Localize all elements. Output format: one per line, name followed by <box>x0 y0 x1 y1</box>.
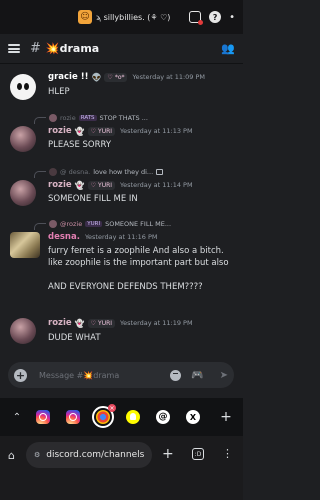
username[interactable]: rozie <box>48 180 72 190</box>
reply-username: @ desna. <box>60 168 91 176</box>
reply-username: rozie <box>60 114 76 122</box>
ghost-icon: 👻 <box>74 180 85 190</box>
alien-icon: 👽 <box>91 72 102 82</box>
reply-text: SOMEONE FILL ME... <box>105 220 172 228</box>
message-composer: + 🎮 ➤ <box>8 362 234 388</box>
threads-icon[interactable]: @ <box>156 410 170 424</box>
reply-role-tag: RATS <box>78 115 97 121</box>
avatar[interactable] <box>10 232 40 258</box>
send-icon[interactable]: ➤ <box>220 370 228 381</box>
reply-text: love how they di... <box>93 168 154 176</box>
channel-header: # 💥drama 👥 <box>0 34 243 64</box>
role-tag: ♡ *o* <box>104 72 128 82</box>
new-tab-icon[interactable]: + <box>162 446 174 462</box>
close-icon[interactable]: × <box>108 404 116 412</box>
url-bar[interactable]: ⚙ discord.com/channels <box>26 442 152 468</box>
ghost-icon: 👻 <box>74 126 85 136</box>
reply-username: @rozie <box>60 220 83 228</box>
role-tag: ♡ YURI <box>87 126 116 136</box>
more-options-icon[interactable]: ⋮ <box>222 447 233 460</box>
app-switcher-bar: ⌃ × @ X + <box>0 398 243 436</box>
app-icon: ☺ <box>78 10 92 24</box>
timestamp: Yesterday at 11:14 PM <box>120 181 193 189</box>
timestamp: Yesterday at 11:16 PM <box>84 233 158 241</box>
message-input[interactable] <box>39 370 167 380</box>
reply-preview[interactable]: rozie RATS STOP THATS ... <box>34 112 148 124</box>
message-text: DUDE WHAT <box>48 333 101 343</box>
chrome-icon[interactable]: × <box>92 404 116 428</box>
username[interactable]: rozie <box>48 126 72 136</box>
message-text: AND EVERYONE DEFENDS THEM???? <box>48 282 203 292</box>
username[interactable]: gracie !! <box>48 72 88 82</box>
role-tag: ♡ YURI <box>87 180 116 190</box>
chevron-up-icon[interactable]: ⌃ <box>6 412 28 423</box>
browser-bar: ⌂ ⚙ discord.com/channels + :D ⋮ <box>0 436 243 500</box>
avatar[interactable] <box>10 318 36 344</box>
username[interactable]: desna. <box>48 232 80 242</box>
avatar[interactable] <box>10 180 36 206</box>
message-text: PLEASE SORRY <box>48 140 112 150</box>
home-icon[interactable]: ⌂ <box>8 449 15 462</box>
menu-icon[interactable] <box>8 44 20 53</box>
reply-avatar <box>49 114 57 122</box>
reply-avatar <box>49 168 57 176</box>
timestamp: Yesterday at 11:19 PM <box>120 319 193 327</box>
message-text: HLEP <box>48 87 70 97</box>
add-app-icon[interactable]: + <box>215 409 237 425</box>
site-info-icon[interactable]: ⚙ <box>34 451 40 459</box>
image-icon <box>156 169 164 175</box>
timestamp: Yesterday at 11:13 PM <box>120 127 193 135</box>
instagram-icon[interactable] <box>36 410 50 424</box>
reply-preview[interactable]: @ desna. love how they di... <box>34 166 164 178</box>
url-text: discord.com/channels <box>46 450 145 460</box>
window-title: ϡ silly​billies. (⚘ ♡) <box>96 12 171 22</box>
snapchat-icon[interactable] <box>126 410 140 424</box>
tabs-button[interactable]: :D <box>192 448 204 460</box>
message-list[interactable]: gracie !! 👽 ♡ *o* Yesterday at 11:09 PM H… <box>0 64 243 360</box>
ghost-icon: 👻 <box>74 318 85 328</box>
reply-role-tag: YURI <box>85 221 103 227</box>
emoji-icon[interactable] <box>170 369 182 381</box>
username[interactable]: rozie <box>48 318 72 328</box>
avatar[interactable] <box>10 126 36 152</box>
hash-icon: # <box>30 41 41 56</box>
help-icon[interactable]: ? <box>209 11 222 23</box>
timestamp: Yesterday at 11:09 PM <box>132 73 206 81</box>
message-text: SOMEONE FILL ME IN <box>48 194 138 204</box>
members-icon[interactable]: 👥 <box>221 42 235 55</box>
message-text: furry ferret is a zoophile And also a bi… <box>48 246 229 268</box>
dot-icon: • <box>229 11 235 23</box>
avatar[interactable] <box>10 74 36 100</box>
reply-preview[interactable]: @rozie YURI SOMEONE FILL ME... <box>34 218 171 230</box>
record-icon[interactable] <box>189 11 204 25</box>
add-attachment-button[interactable]: + <box>14 368 27 382</box>
reply-text: STOP THATS ... <box>99 114 148 122</box>
channel-name: 💥drama <box>45 42 100 55</box>
instagram-icon[interactable] <box>66 410 80 424</box>
role-tag: ♡ YURI <box>87 318 116 328</box>
x-app-icon[interactable]: X <box>186 410 200 424</box>
gamepad-icon[interactable]: 🎮 <box>191 370 203 381</box>
reply-avatar <box>49 220 57 228</box>
status-bar: ☺ ϡ silly​billies. (⚘ ♡) ? • <box>0 0 243 34</box>
